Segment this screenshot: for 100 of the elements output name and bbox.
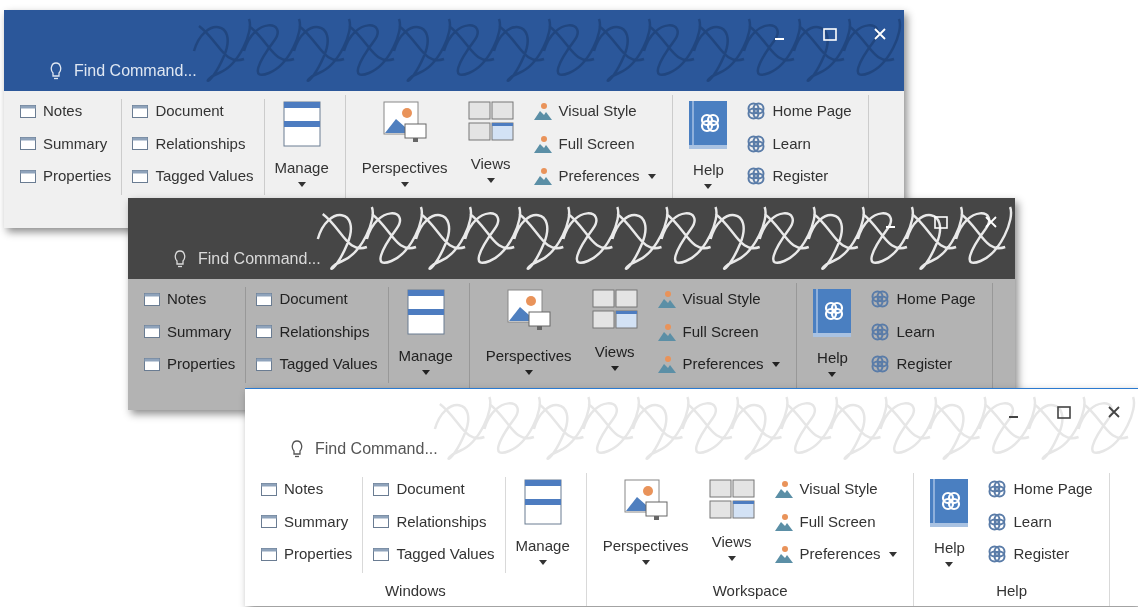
ribbon-button[interactable]: Views <box>463 95 518 183</box>
window-icon <box>144 292 160 306</box>
ribbon-button[interactable]: Tagged Values <box>369 538 499 571</box>
search-field[interactable]: Find Command... <box>198 247 458 271</box>
ribbon-button[interactable]: Home Page <box>867 283 980 316</box>
knot-icon <box>747 134 766 153</box>
ribbon-button[interactable]: Learn <box>743 127 856 160</box>
window-icon <box>261 547 277 561</box>
lightbulb-icon <box>174 250 186 268</box>
ribbon-button[interactable]: Visual Style <box>653 283 785 316</box>
ribbon-button[interactable]: Perspectives <box>481 283 576 375</box>
landscape-icon <box>533 134 552 153</box>
ribbon-button[interactable]: Views <box>587 283 642 371</box>
lightbulb-icon <box>50 62 62 80</box>
ribbon-button[interactable]: Manage <box>394 283 457 375</box>
ribbon-button[interactable]: Relationships <box>128 127 258 160</box>
ribbon-button[interactable]: Perspectives <box>357 95 452 187</box>
window-icon <box>261 515 277 529</box>
ribbon-button[interactable]: Register <box>867 348 980 381</box>
search-field[interactable]: Find Command... <box>315 437 575 461</box>
caret-icon <box>610 365 619 371</box>
close-icon <box>874 28 886 40</box>
ribbon-button[interactable]: Home Page <box>984 473 1097 506</box>
knot-icon <box>871 322 890 341</box>
ribbon-button[interactable]: Document <box>252 283 382 316</box>
knot-icon <box>871 355 890 374</box>
window-icon <box>256 325 273 339</box>
caret-icon <box>772 361 781 367</box>
landscape-icon <box>774 480 793 499</box>
ribbon-button[interactable]: Learn <box>867 315 980 348</box>
ribbon-button[interactable]: Home Page <box>743 95 856 128</box>
ribbon-button[interactable]: Preferences <box>529 160 661 193</box>
maximize-icon <box>823 28 837 41</box>
caret-icon <box>727 555 736 561</box>
minimize-icon <box>775 38 784 40</box>
ribbon-button[interactable]: Notes <box>140 283 240 316</box>
window-icon <box>373 515 390 529</box>
window-icon <box>20 137 36 151</box>
ribbon-button[interactable]: Visual Style <box>770 473 902 506</box>
landscape-icon <box>774 512 793 531</box>
ribbon-button[interactable]: Full Screen <box>770 505 902 538</box>
caret-icon <box>641 559 650 565</box>
maximize-icon <box>1057 406 1071 419</box>
ribbon-button[interactable]: Preferences <box>770 538 902 571</box>
ribbon-button[interactable]: Visual Style <box>529 95 661 128</box>
grid-icon <box>708 479 755 521</box>
knot-icon <box>871 290 890 309</box>
ribbon-button[interactable]: Properties <box>16 160 116 193</box>
ribbon-button[interactable]: Register <box>984 538 1097 571</box>
ribbon-button[interactable]: Summary <box>140 315 240 348</box>
landscape-icon <box>533 167 552 186</box>
ribbon-button[interactable]: Full Screen <box>529 127 661 160</box>
ribbon-button[interactable]: Tagged Values <box>252 348 382 381</box>
landscape-icon <box>657 355 676 374</box>
caret-icon <box>889 551 898 557</box>
ribbon-button[interactable]: Summary <box>257 505 357 538</box>
ribbon-button[interactable]: Notes <box>257 473 357 506</box>
window-icon <box>144 325 160 339</box>
caret-icon <box>828 371 837 377</box>
ribbon-button[interactable]: Tagged Values <box>128 160 258 193</box>
window-icon <box>144 357 160 371</box>
caret-icon <box>486 177 495 183</box>
ribbon-button[interactable]: Document <box>369 473 499 506</box>
ribbon-button[interactable]: Relationships <box>369 505 499 538</box>
landscape-icon <box>533 102 552 121</box>
book-icon <box>689 101 728 149</box>
ribbon-button[interactable]: Help <box>685 95 732 189</box>
ribbon-button[interactable]: Manage <box>511 473 574 565</box>
landscape-icon <box>774 545 793 564</box>
window-icon <box>132 169 149 183</box>
close-icon <box>985 216 997 228</box>
ribbon-button[interactable]: Register <box>743 160 856 193</box>
ribbon-button[interactable]: Relationships <box>252 315 382 348</box>
ribbon-button[interactable]: Properties <box>257 538 357 571</box>
layout-icon <box>406 289 445 335</box>
window-icon <box>20 169 36 183</box>
ribbon-button[interactable]: Perspectives <box>598 473 693 565</box>
ribbon-button[interactable]: Document <box>128 95 258 128</box>
ribbon-button[interactable]: Views <box>704 473 759 561</box>
knot-icon <box>747 167 766 186</box>
group-label: Help <box>995 581 1028 601</box>
ribbon-button[interactable]: Learn <box>984 505 1097 538</box>
ribbon-button[interactable]: Full Screen <box>653 315 785 348</box>
ribbon-button[interactable]: Help <box>926 473 973 567</box>
knot-icon <box>747 102 766 121</box>
ribbon-button[interactable]: Summary <box>16 127 116 160</box>
ribbon-button[interactable]: Properties <box>140 348 240 381</box>
landscape-icon <box>657 290 676 309</box>
book-icon <box>930 479 969 527</box>
search-field[interactable]: Find Command... <box>74 59 334 83</box>
book-icon <box>813 289 852 337</box>
ribbon-button[interactable]: Help <box>809 283 856 377</box>
lightbulb-icon <box>291 440 303 458</box>
maximize-icon <box>934 216 948 229</box>
window-icon <box>261 482 277 496</box>
group-label: Workspace <box>711 581 789 601</box>
ribbon-button[interactable]: Preferences <box>653 348 785 381</box>
caret-icon <box>648 173 657 179</box>
ribbon-button[interactable]: Notes <box>16 95 116 128</box>
ribbon-button[interactable]: Manage <box>270 95 333 187</box>
